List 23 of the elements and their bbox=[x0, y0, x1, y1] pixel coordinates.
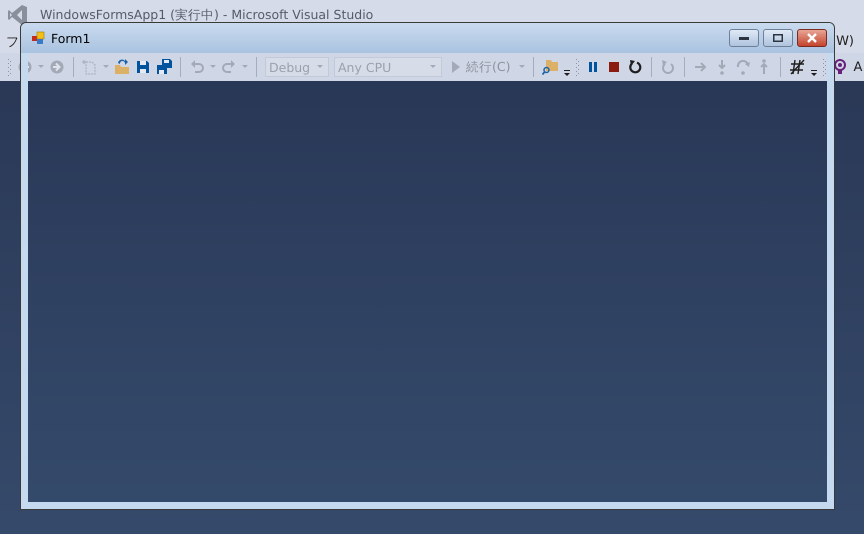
maximize-icon bbox=[773, 34, 783, 42]
form-icon bbox=[31, 31, 45, 45]
ide-title: WindowsFormsApp1 (実行中) - Microsoft Visual Studio bbox=[40, 6, 374, 24]
minimize-button[interactable] bbox=[729, 29, 759, 47]
overflow-icon[interactable] bbox=[810, 69, 818, 77]
save-all-icon[interactable] bbox=[156, 59, 172, 75]
close-icon bbox=[806, 33, 818, 43]
logo-icon bbox=[8, 3, 28, 27]
minimize-icon bbox=[739, 36, 749, 40]
overflow-icon[interactable] bbox=[563, 69, 572, 77]
hash-icon[interactable] bbox=[789, 59, 806, 75]
menu-item[interactable]: W) bbox=[836, 34, 854, 49]
folder-icon[interactable] bbox=[114, 59, 130, 75]
window-title: Form1 bbox=[51, 30, 90, 46]
find-folder-icon[interactable] bbox=[542, 59, 558, 75]
save-icon[interactable] bbox=[135, 59, 151, 75]
lightbulb-icon[interactable] bbox=[832, 59, 848, 75]
restart-icon[interactable] bbox=[627, 59, 644, 75]
play-icon bbox=[451, 60, 461, 74]
close-button[interactable] bbox=[797, 29, 827, 47]
maximize-button[interactable] bbox=[763, 29, 793, 47]
menu-item[interactable]: フ bbox=[6, 32, 19, 50]
toolbar-label[interactable]: A bbox=[853, 60, 862, 74]
